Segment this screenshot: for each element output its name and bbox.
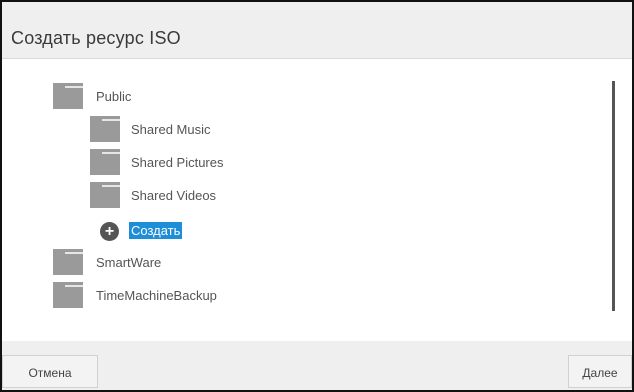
cancel-button[interactable]: Отмена (2, 355, 98, 388)
tree-item-label: Public (96, 89, 132, 104)
tree-item-label: TimeMachineBackup (96, 288, 217, 303)
folder-icon (53, 282, 83, 308)
plus-circle-icon[interactable]: + (100, 222, 119, 241)
folder-icon (53, 249, 83, 275)
folder-icon (90, 116, 120, 142)
tree-scrollbar[interactable] (612, 81, 615, 311)
folder-icon (90, 182, 120, 208)
folder-tree: Public Shared Music Shared Pictures Shar… (2, 59, 632, 339)
tree-item-label: Shared Pictures (131, 155, 224, 170)
tree-item-label: SmartWare (96, 255, 162, 270)
dialog-header: Создать ресурс ISO (2, 2, 632, 59)
dialog-footer: Отмена Далее (2, 341, 632, 390)
dialog-title: Создать ресурс ISO (11, 28, 181, 48)
tree-item-label: Shared Music (131, 122, 211, 137)
folder-icon (90, 149, 120, 175)
create-folder-link[interactable]: Создать (129, 222, 183, 239)
create-iso-share-dialog: Создать ресурс ISO Public Shared Music S… (0, 0, 634, 392)
next-button[interactable]: Далее (568, 355, 632, 388)
folder-icon (53, 83, 83, 109)
tree-item-label: Shared Videos (131, 188, 217, 203)
